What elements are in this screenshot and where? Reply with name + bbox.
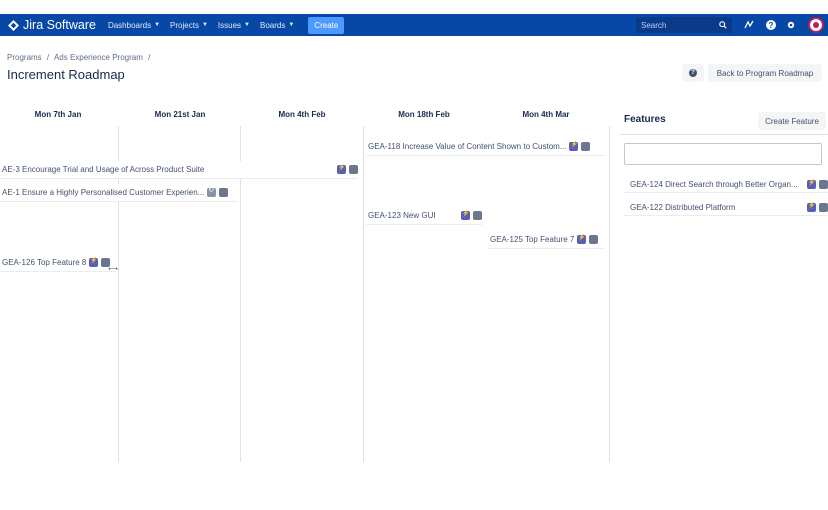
story-icon (461, 210, 470, 220)
refresh-icon (207, 186, 217, 197)
status-icon (581, 142, 591, 151)
create-feature-button[interactable]: Create Feature (758, 112, 826, 130)
search-icon (719, 21, 727, 29)
nav-projects-label: Projects (170, 20, 199, 30)
status-icon (819, 202, 828, 212)
gear-icon[interactable] (784, 18, 798, 32)
jira-brand[interactable]: Jira Software (8, 18, 96, 32)
story-icon (807, 202, 816, 212)
story-icon (807, 179, 816, 189)
breadcrumb-program[interactable]: Ads Experience Program (54, 53, 143, 62)
story-icon (569, 141, 579, 151)
back-to-roadmap-button[interactable]: Back to Program Roadmap (708, 64, 822, 82)
card-title: GEA-125 Top Feature 7 (490, 235, 575, 244)
status-icon (589, 235, 599, 244)
jira-logo-icon (8, 19, 19, 31)
breadcrumb: Programs / Ads Experience Program / (7, 53, 153, 62)
roadmap-card[interactable]: GEA-123 New GUI (366, 207, 482, 225)
feature-title: GEA-122 Distributed Platform (630, 202, 736, 212)
nav-boards-label: Boards (259, 20, 286, 30)
column-divider (363, 126, 364, 462)
feature-list-item[interactable]: GEA-122 Distributed Platform (624, 199, 828, 216)
user-avatar[interactable] (808, 17, 824, 33)
roadmap-card[interactable]: GEA-126 Top Feature 8 (0, 254, 116, 272)
chevron-down-icon: ▼ (288, 22, 295, 28)
breadcrumb-programs[interactable]: Programs (7, 53, 42, 62)
story-icon (337, 164, 346, 174)
top-nav-bar: Jira Software Dashboards ▼ Projects ▼ Issu… (0, 14, 828, 36)
column-header: Mon 21st Jan (154, 110, 206, 119)
card-title: GEA-123 New GUI (368, 211, 436, 220)
column-header: Mon 4th Feb (278, 110, 326, 119)
card-title: AE-3 Encourage Trial and Usage of Across… (2, 165, 205, 174)
column-header: Mon 4th Mar (522, 110, 570, 119)
nav-issues-label: Issues (217, 20, 242, 30)
search-placeholder: Search (641, 20, 667, 30)
question-icon: ? (689, 69, 697, 77)
features-heading: Features (624, 114, 666, 125)
card-title: GEA-126 Top Feature 8 (2, 258, 87, 267)
chevron-down-icon: ▼ (154, 22, 161, 28)
search-input[interactable]: Search (636, 17, 732, 33)
feature-list-item[interactable]: GEA-124 Direct Search through Better Org… (624, 176, 828, 193)
column-header: Mon 7th Jan (34, 110, 82, 119)
roadmap-card[interactable]: AE-3 Encourage Trial and Usage of Across… (0, 161, 358, 179)
feature-title: GEA-124 Direct Search through Better Org… (630, 179, 798, 189)
nav-dashboards-label: Dashboards (107, 20, 152, 30)
column-header: Mon 18th Feb (398, 110, 450, 119)
create-button[interactable]: Create (308, 16, 345, 34)
story-icon (89, 257, 99, 267)
chevron-down-icon: ▼ (244, 22, 250, 28)
status-icon (473, 211, 482, 220)
breadcrumb-separator: / (46, 53, 50, 62)
card-title: AE-1 Ensure a Highly Personalised Custom… (2, 188, 205, 197)
notifications-icon[interactable] (742, 18, 756, 32)
status-icon (819, 179, 828, 189)
nav-projects[interactable]: Projects ▼ (170, 21, 208, 30)
page-title: Increment Roadmap (7, 67, 125, 82)
status-icon (349, 165, 358, 174)
roadmap-card[interactable]: GEA-125 Top Feature 7 (488, 231, 604, 249)
story-icon (577, 234, 587, 244)
nav-dashboards[interactable]: Dashboards ▼ (108, 21, 160, 30)
breadcrumb-separator: / (148, 53, 151, 62)
nav-issues[interactable]: Issues ▼ (218, 21, 250, 30)
panel-divider (609, 126, 610, 462)
status-icon (219, 188, 229, 197)
help-icon[interactable]: ? (766, 20, 776, 30)
roadmap-card[interactable]: AE-1 Ensure a Highly Personalised Custom… (0, 184, 238, 202)
roadmap-card[interactable]: GEA-118 Increase Value of Content Shown … (366, 138, 604, 156)
feature-search-input[interactable] (624, 143, 822, 165)
chevron-down-icon: ▼ (201, 22, 208, 28)
resize-handle-icon[interactable]: ⟷ (108, 265, 118, 273)
brand-name: Jira Software (23, 18, 96, 32)
nav-boards[interactable]: Boards ▼ (260, 21, 294, 30)
card-title: GEA-118 Increase Value of Content Shown … (368, 142, 567, 151)
divider (620, 134, 828, 135)
help-button[interactable]: ? (682, 64, 704, 82)
